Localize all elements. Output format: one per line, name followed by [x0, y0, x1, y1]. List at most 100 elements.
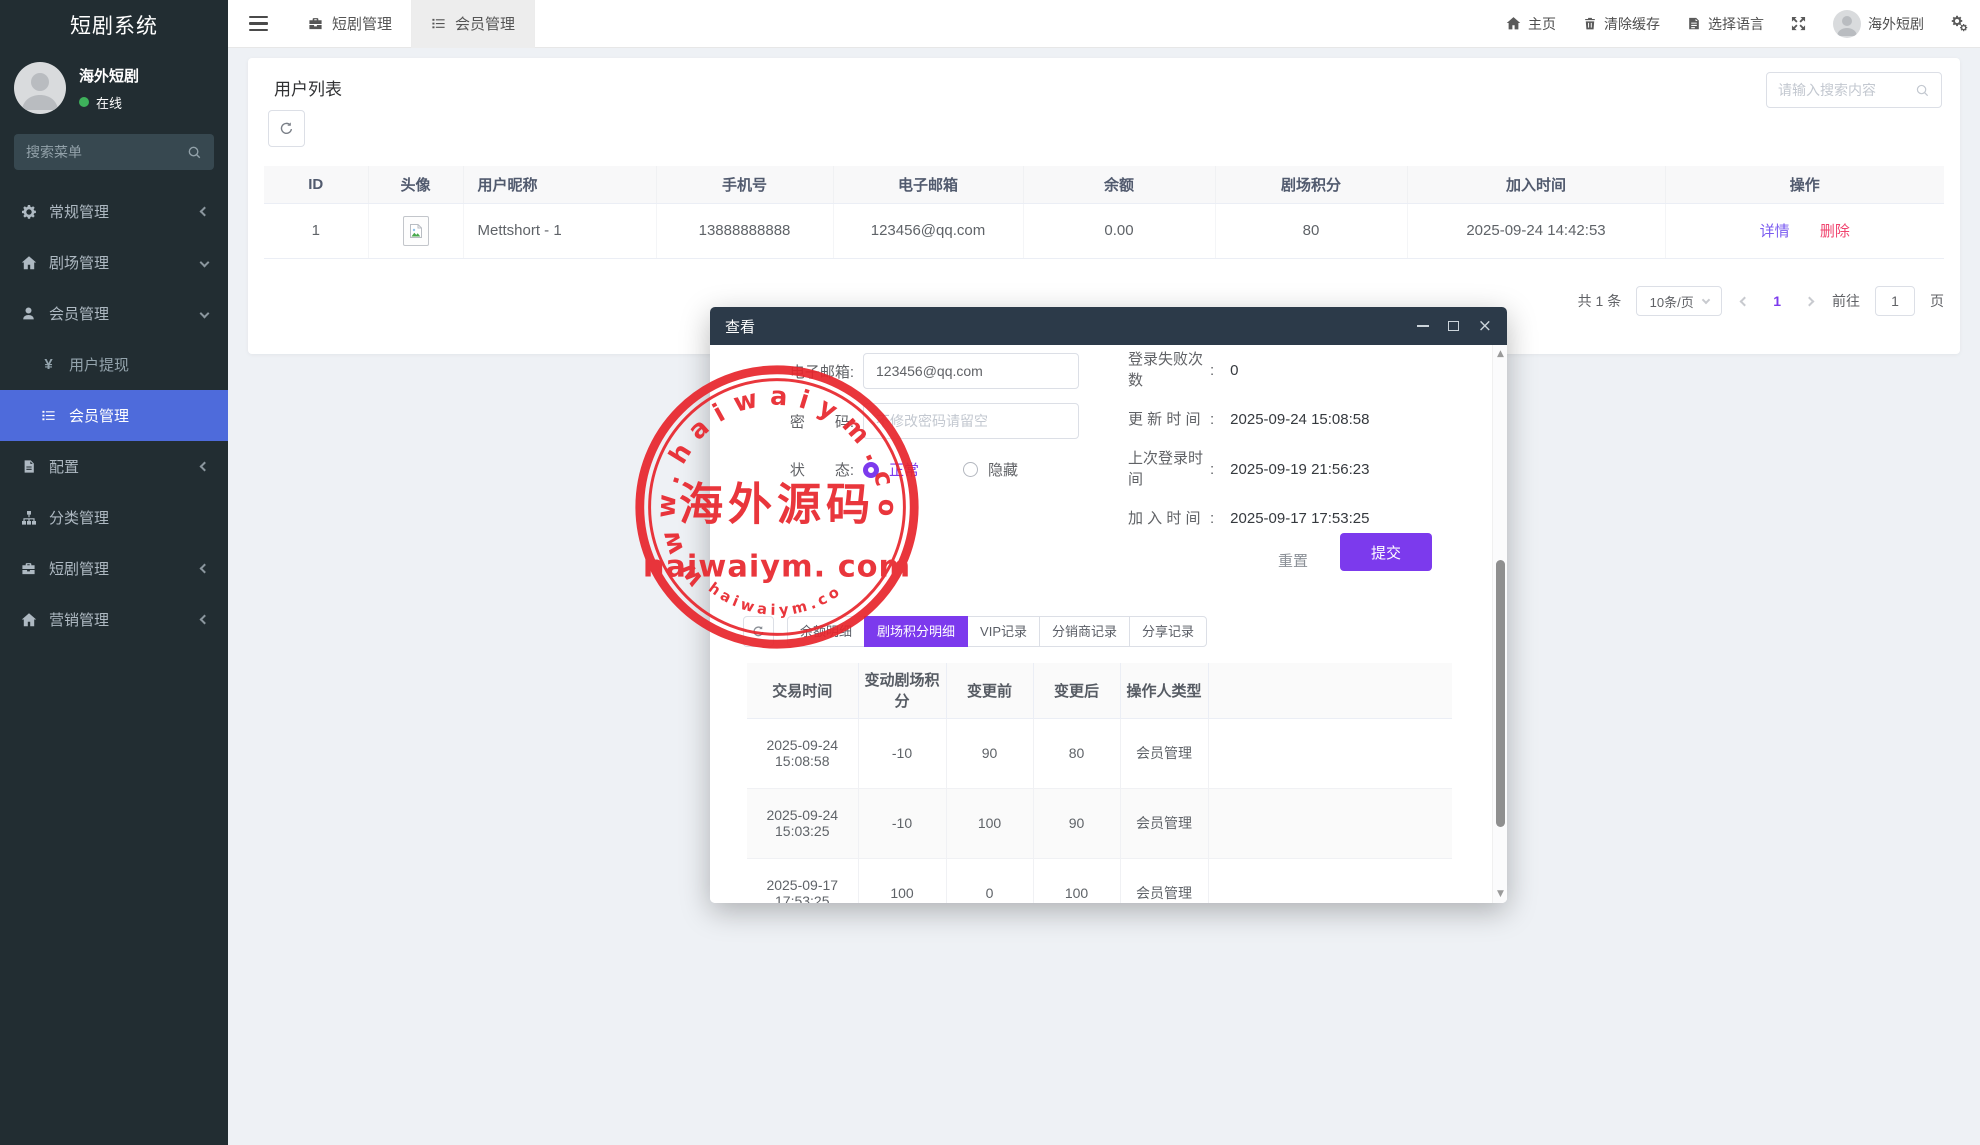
sidebar-item-label: 短剧管理	[49, 558, 109, 579]
submit-button[interactable]: 提交	[1340, 533, 1432, 571]
briefcase-icon	[308, 16, 323, 31]
expand-icon	[1791, 16, 1806, 31]
refresh-button[interactable]	[268, 110, 305, 147]
sidebar-item-config[interactable]: 配置	[0, 441, 228, 492]
sidebar-item-label: 配置	[49, 456, 79, 477]
scroll-up-icon[interactable]: ▲	[1493, 349, 1507, 359]
cell-trade-time: 2025-09-24 15:08:58	[747, 718, 858, 788]
col-before: 变更前	[946, 663, 1033, 718]
page-size-select[interactable]: 10条/页	[1636, 286, 1722, 316]
tab-vip-records[interactable]: VIP记录	[967, 616, 1040, 647]
scroll-down-icon[interactable]: ▼	[1493, 889, 1507, 899]
maximize-icon[interactable]	[1448, 321, 1459, 331]
chevron-left-icon	[200, 615, 210, 625]
goto-page-input[interactable]	[1875, 286, 1915, 316]
window-controls: ×	[1417, 318, 1492, 335]
table-row: 2025-09-17 17:53:25 100 0 100 会员管理	[747, 858, 1452, 903]
gears-icon	[1951, 15, 1968, 32]
cell-filler	[1208, 858, 1452, 903]
tab-distributor-records[interactable]: 分销商记录	[1039, 616, 1130, 647]
home-action[interactable]: 主页	[1506, 14, 1556, 34]
goto-label: 前往	[1832, 291, 1860, 311]
chevron-down-icon	[1701, 295, 1709, 303]
tab-share-records[interactable]: 分享记录	[1129, 616, 1207, 647]
col-nickname: 用户昵称	[463, 166, 656, 203]
radio-normal-label: 正常	[889, 459, 919, 480]
list-icon	[40, 407, 57, 424]
sidebar-item-label: 会员管理	[49, 303, 109, 324]
col-join-time: 加入时间	[1407, 166, 1665, 203]
list-icon	[431, 16, 446, 31]
detail-link[interactable]: 详情	[1760, 223, 1790, 240]
search-icon[interactable]	[187, 145, 202, 160]
sidebar-user-panel: 海外短剧 在线	[0, 54, 228, 128]
minimize-icon[interactable]	[1417, 325, 1429, 327]
points-table-header: 交易时间 变动剧场积分 变更前 变更后 操作人类型	[747, 663, 1452, 718]
home-icon	[1506, 16, 1521, 31]
fullscreen-action[interactable]	[1791, 16, 1806, 31]
info-row-updated: 更 新 时 间 : 2025-09-24 15:08:58	[1128, 409, 1468, 430]
delete-link[interactable]: 删除	[1820, 223, 1850, 240]
cell-join-time: 2025-09-24 14:42:53	[1407, 203, 1665, 258]
topbar: 短剧管理 会员管理 主页 清除缓存 选择语言 海外短剧	[228, 0, 1980, 48]
tab-balance-records[interactable]: 余额明细	[787, 616, 865, 647]
tab-member-manage[interactable]: 会员管理	[412, 0, 535, 48]
language-icon	[1687, 16, 1701, 31]
tab-drama-manage[interactable]: 短剧管理	[289, 0, 412, 48]
scrollbar-thumb[interactable]	[1496, 560, 1505, 827]
sidebar-toggle-button[interactable]	[228, 16, 289, 32]
sidebar-item-drama[interactable]: 短剧管理	[0, 543, 228, 594]
users-table: ID 头像 用户昵称 手机号 电子邮箱 余额 剧场积分 加入时间 操作 1 Me…	[264, 166, 1944, 259]
sidebar-item-theater[interactable]: 剧场管理	[0, 237, 228, 288]
password-field[interactable]	[863, 403, 1079, 439]
sidebar: 短剧系统 海外短剧 在线 搜索菜单 常规管理 剧场管理	[0, 0, 228, 1145]
pagination: 共 1 条 10条/页 1 前往 页	[1578, 286, 1944, 316]
home-icon	[20, 254, 37, 271]
col-avatar: 头像	[368, 166, 463, 203]
info-value: 0	[1230, 362, 1238, 379]
table-search-box	[1766, 72, 1942, 108]
table-row: 2025-09-24 15:08:58 -10 90 80 会员管理	[747, 718, 1452, 788]
cell-trade-time: 2025-09-17 17:53:25	[747, 858, 858, 903]
email-field[interactable]	[863, 353, 1079, 389]
info-value: 2025-09-17 17:53:25	[1230, 510, 1369, 527]
modal-tabs-toolbar: 余额明细 剧场积分明细 VIP记录 分销商记录 分享记录	[743, 616, 1207, 647]
sidebar-menu: 常规管理 剧场管理 会员管理 ¥ 用户提现 会员管理 配置 分类管理	[0, 186, 228, 645]
table-search-input[interactable]	[1778, 82, 1908, 98]
cell-before: 100	[946, 788, 1033, 858]
modal-header[interactable]: 查看 ×	[710, 307, 1507, 345]
reset-button[interactable]: 重置	[1278, 550, 1308, 571]
col-points-change: 变动剧场积分	[858, 663, 946, 718]
current-page[interactable]: 1	[1767, 293, 1787, 309]
clear-cache-action[interactable]: 清除缓存	[1583, 14, 1660, 34]
settings-action[interactable]	[1951, 15, 1968, 32]
sidebar-item-label: 剧场管理	[49, 252, 109, 273]
menu-search-placeholder: 搜索菜单	[26, 142, 82, 162]
sidebar-item-categories[interactable]: 分类管理	[0, 492, 228, 543]
user-menu[interactable]: 海外短剧	[1833, 10, 1924, 38]
sidebar-item-marketing[interactable]: 营销管理	[0, 594, 228, 645]
sidebar-item-label: 营销管理	[49, 609, 109, 630]
info-row-join-time: 加 入 时 间 : 2025-09-17 17:53:25	[1128, 508, 1468, 529]
radio-hidden[interactable]	[963, 462, 978, 477]
radio-normal[interactable]	[863, 462, 879, 478]
language-action[interactable]: 选择语言	[1687, 14, 1764, 34]
sidebar-item-members[interactable]: 会员管理	[0, 288, 228, 339]
sidebar-item-general[interactable]: 常规管理	[0, 186, 228, 237]
close-icon[interactable]: ×	[1478, 318, 1492, 335]
sidebar-item-user-withdraw[interactable]: ¥ 用户提现	[0, 339, 228, 390]
sidebar-menu-search[interactable]: 搜索菜单	[14, 134, 214, 170]
table-row: 2025-09-24 15:03:25 -10 100 90 会员管理	[747, 788, 1452, 858]
refresh-button[interactable]	[743, 616, 774, 647]
home-icon	[20, 611, 37, 628]
email-field-row: 电子邮箱:	[766, 353, 1079, 389]
language-label: 选择语言	[1708, 14, 1764, 34]
tab-theater-points[interactable]: 剧场积分明细	[864, 616, 968, 647]
search-icon[interactable]	[1915, 83, 1930, 98]
next-page-button[interactable]	[1802, 294, 1817, 309]
prev-page-button[interactable]	[1737, 294, 1752, 309]
col-points: 剧场积分	[1215, 166, 1407, 203]
chevron-left-icon	[200, 462, 210, 472]
sidebar-item-member-manage[interactable]: 会员管理	[0, 390, 228, 441]
password-field-row: 密 码:	[766, 403, 1079, 439]
